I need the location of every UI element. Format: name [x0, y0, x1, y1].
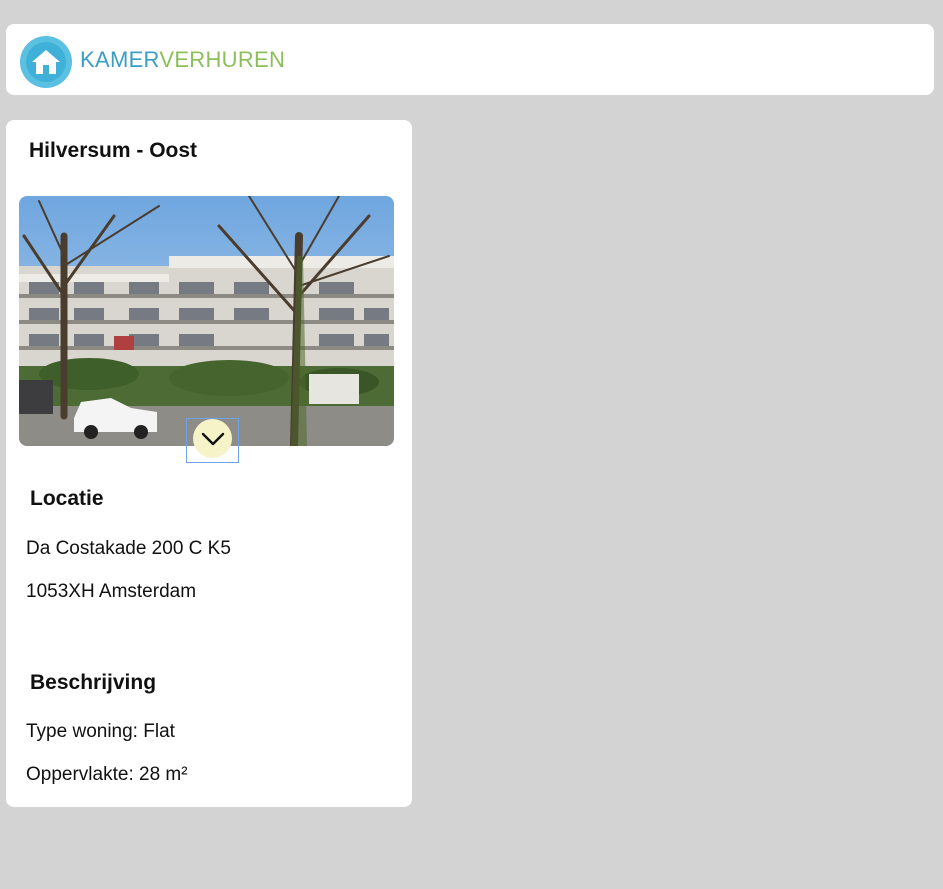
chevron-down-icon	[201, 432, 224, 445]
house-icon	[20, 36, 72, 88]
logo-wordmark: KAMERVERHUREN	[80, 47, 285, 73]
address-line-1: Da Costakade 200 C K5	[26, 538, 231, 559]
surface-area: Oppervlakte: 28 m²	[26, 764, 188, 785]
housing-type: Type woning: Flat	[26, 721, 175, 742]
site-header: KAMERVERHUREN	[6, 24, 934, 95]
apartment-building-photo	[19, 196, 394, 446]
logo-text-verhuren: VERHUREN	[159, 47, 286, 72]
expand-button[interactable]	[193, 419, 232, 458]
location-heading: Locatie	[30, 487, 104, 510]
address-line-2: 1053XH Amsterdam	[26, 581, 197, 602]
listing-photo[interactable]	[19, 196, 394, 446]
listing-card: Hilversum - Oost Locatie Da Costakade 20…	[6, 120, 412, 807]
kamerverhuren-logo[interactable]: KAMERVERHUREN	[18, 36, 285, 88]
logo-text-kamer: KAMER	[80, 47, 160, 72]
description-heading: Beschrijving	[30, 671, 157, 694]
listing-title: Hilversum - Oost	[29, 139, 198, 162]
